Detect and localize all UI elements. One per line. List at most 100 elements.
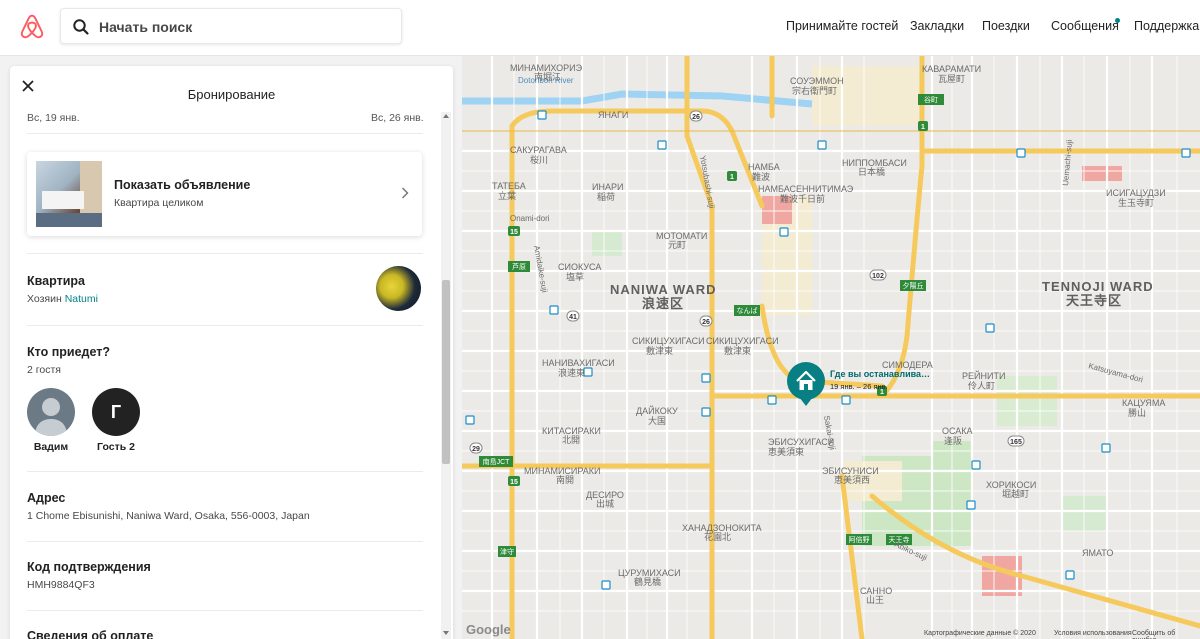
svg-text:花園北: 花園北 [704,531,731,542]
svg-text:NANIWA WARD: NANIWA WARD [610,282,717,297]
divider [27,325,423,326]
svg-text:南堀江: 南堀江 [534,71,561,82]
svg-text:南開: 南開 [556,474,574,485]
svg-text:29: 29 [472,446,480,453]
svg-text:難波: 難波 [752,171,770,182]
svg-text:天王寺区: 天王寺区 [1066,293,1122,308]
top-nav-bar: Начать поиск Принимайте гостей Закладки … [0,0,1200,56]
listing-photo [36,161,102,227]
host-avatar[interactable] [376,266,421,311]
svg-text:津守: 津守 [500,547,514,556]
confirmation-section: Код подтверждения HMH9884QF3 [27,560,423,591]
svg-text:芦原: 芦原 [512,262,526,271]
address-section: Адрес 1 Chome Ebisunishi, Naniwa Ward, O… [27,491,423,522]
listing-title: Показать объявление [114,178,251,192]
svg-text:逢阪: 逢阪 [944,435,962,446]
guest-name: Вадим [33,441,69,453]
svg-text:САКУРАГАВА: САКУРАГАВА [510,145,567,155]
svg-text:大国: 大国 [648,415,666,426]
svg-text:塩草: 塩草 [566,271,584,282]
reservation-panel: Бронирование Вс, 19 янв. Вс, 26 янв. Пок… [10,66,453,639]
svg-text:15: 15 [510,479,518,486]
svg-text:なんば: なんば [737,306,758,315]
svg-text:夕陽丘: 夕陽丘 [903,281,924,290]
svg-text:TENNOJI WARD: TENNOJI WARD [1042,279,1154,294]
listing-subtitle: Квартира целиком [114,197,204,209]
chevron-right-icon [402,187,409,199]
confirmation-code: HMH9884QF3 [27,579,95,591]
report-link[interactable]: Сообщить об ошибке [1132,630,1200,639]
svg-text:稲荷: 稲荷 [597,191,615,202]
svg-text:Onami-dori: Onami-dori [510,214,550,223]
svg-text:26: 26 [692,114,700,121]
checkin-date: Вс, 19 янв. [27,112,80,124]
payment-section: Сведения об оплате [27,629,423,639]
map-canvas[interactable]: 15 15 1 1 1 26 26 41 102 165 29 芦原 なんば 夕… [462,56,1200,639]
svg-text:Amidaike-suji: Amidaike-suji [532,245,549,294]
divider [27,610,423,611]
scroll-thumb[interactable] [442,280,450,464]
svg-text:立葉: 立葉 [498,190,516,201]
svg-text:堀越町: 堀越町 [1002,488,1029,499]
svg-text:Katsuyama-dori: Katsuyama-dori [1087,361,1144,384]
svg-text:谷町: 谷町 [924,95,938,104]
svg-text:1: 1 [921,124,925,131]
svg-text:СИКИЦУХИГАСИ: СИКИЦУХИГАСИ [706,336,779,346]
svg-text:勝山: 勝山 [1128,407,1146,418]
guest-name: Гость 2 [97,441,135,453]
svg-text:敷津東: 敷津東 [724,345,751,356]
pin-label-title[interactable]: Где вы останавлива… [830,369,930,379]
svg-text:鶴見橋: 鶴見橋 [634,576,661,587]
airbnb-logo-icon[interactable] [18,13,46,41]
svg-text:1: 1 [730,174,734,181]
search-bar[interactable]: Начать поиск [60,8,402,44]
guest-avatar[interactable]: Г [92,388,140,436]
svg-text:伶人町: 伶人町 [968,380,995,391]
svg-text:26: 26 [702,319,710,326]
svg-text:浪速区: 浪速区 [642,296,684,311]
svg-text:元町: 元町 [668,240,686,250]
confirmation-title: Код подтверждения [27,560,151,574]
nav-trips-link[interactable]: Поездки [982,19,1030,33]
svg-text:КАВАРАМАТИ: КАВАРАМАТИ [922,64,981,74]
panel-scrollbar[interactable] [441,112,451,639]
svg-text:恵美須東: 恵美須東 [768,446,804,457]
nav-host-link[interactable]: Принимайте гостей [786,19,898,33]
svg-text:РЕЙНИТИ: РЕЙНИТИ [962,370,1005,381]
svg-text:ЯМАТО: ЯМАТО [1082,548,1113,558]
svg-text:南島JCT: 南島JCT [483,457,511,466]
scroll-up-arrow[interactable] [443,114,449,118]
svg-text:生玉寺町: 生玉寺町 [1118,197,1154,208]
map[interactable]: 15 15 1 1 1 26 26 41 102 165 29 芦原 なんば 夕… [462,56,1200,639]
home-title: Квартира [27,274,85,288]
reservation-panel-area: Бронирование Вс, 19 янв. Вс, 26 янв. Пок… [0,56,462,639]
svg-text:難波千日前: 難波千日前 [780,193,825,204]
scroll-down-arrow[interactable] [443,631,449,635]
svg-text:НАМБАСЕННИТИМАЭ: НАМБАСЕННИТИМАЭ [758,184,854,194]
svg-text:ЯНАГИ: ЯНАГИ [598,110,628,120]
svg-text:КАЦУЯМА: КАЦУЯМА [1122,398,1165,408]
svg-text:165: 165 [1010,439,1022,446]
guests-section: Кто приедет? 2 гостя [27,345,423,376]
svg-text:浪速東: 浪速東 [558,367,585,378]
host-prefix: Хозяин [27,293,65,305]
host-name-link[interactable]: Natumi [65,293,98,305]
svg-text:ИСИГАЦУДЗИ: ИСИГАЦУДЗИ [1106,188,1166,198]
guest-avatar[interactable] [27,388,75,436]
nav-help-link[interactable]: Поддержка [1134,19,1199,33]
divider [27,471,423,472]
svg-text:敷津東: 敷津東 [646,345,673,356]
guests-count: 2 гостя [27,364,61,376]
svg-text:ИНАРИ: ИНАРИ [592,182,623,192]
svg-text:НАНИВАХИГАСИ: НАНИВАХИГАСИ [542,358,615,368]
address-value: 1 Chome Ebisunishi, Naniwa Ward, Osaka, … [27,510,310,522]
terms-link[interactable]: Условия использования [1054,630,1132,637]
pin-label-dates: 19 янв. – 26 янв. [830,382,888,391]
search-input[interactable]: Начать поиск [99,19,192,35]
search-icon [73,19,89,35]
nav-messages-link[interactable]: Сообщения [1051,19,1119,33]
svg-text:宗右衛門町: 宗右衛門町 [792,85,837,96]
nav-saved-link[interactable]: Закладки [910,19,964,33]
listing-card[interactable]: Показать объявление Квартира целиком [27,152,422,236]
payment-title: Сведения об оплате [27,629,154,639]
